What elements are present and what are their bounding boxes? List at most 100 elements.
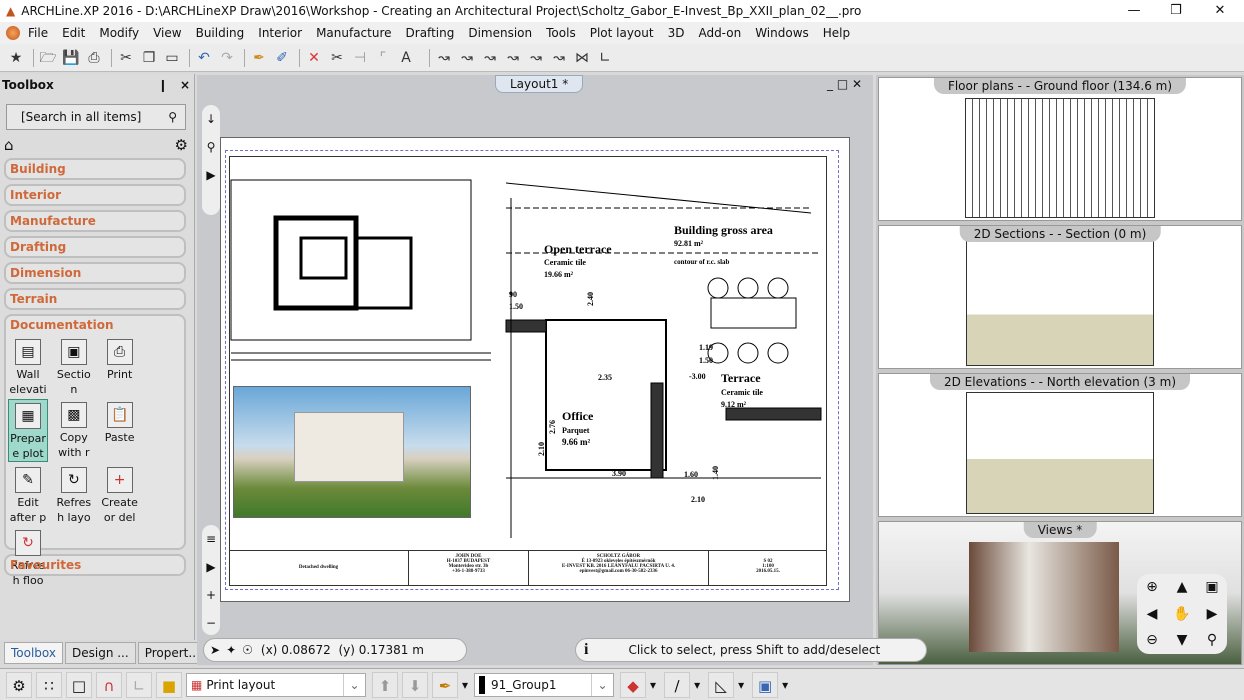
extend-icon[interactable]: ⊣ (350, 48, 370, 68)
right-arrow-icon[interactable]: ▶ (1197, 601, 1227, 628)
menu-3d[interactable]: 3D (668, 26, 685, 40)
menu-edit[interactable]: Edit (62, 26, 85, 40)
fit-icon[interactable]: ▣ (1197, 574, 1227, 601)
menu-plot-layout[interactable]: Plot layout (590, 26, 654, 40)
app-logo-icon[interactable] (6, 26, 20, 40)
pin-icon[interactable]: ❙ (158, 78, 168, 92)
menu-manufacture[interactable]: Manufacture (316, 26, 391, 40)
menu-building[interactable]: Building (196, 26, 245, 40)
frame-icon[interactable]: □ (66, 671, 92, 698)
dropdown-arrow-icon[interactable]: ▾ (650, 678, 656, 692)
category-interior[interactable]: Interior (4, 184, 186, 206)
delete-icon[interactable]: ✕ (304, 48, 324, 68)
maximize-button[interactable]: ❒ (1156, 0, 1196, 22)
tool-section[interactable]: ▣ Sectio n (54, 336, 94, 397)
menu-file[interactable]: File (28, 26, 48, 40)
origin-icon[interactable]: ☉ (242, 643, 253, 657)
toolbox-close-button[interactable]: × (180, 78, 190, 92)
dropdown-arrow-icon[interactable]: ▾ (462, 678, 468, 692)
select-layer-icon[interactable]: ■ (156, 671, 182, 698)
text-icon[interactable]: A (396, 48, 416, 68)
dropdown-arrow-icon[interactable]: ▾ (694, 678, 700, 692)
close-button[interactable]: ✕ (1200, 0, 1240, 22)
trim-icon[interactable]: ✂ (327, 48, 347, 68)
layout-restore[interactable]: □ (837, 77, 848, 91)
menu-drafting[interactable]: Drafting (406, 26, 455, 40)
snap-icon-6[interactable]: ↝ (549, 48, 569, 68)
expand-right-icon[interactable]: ▶ (202, 161, 220, 189)
ortho-icon[interactable]: ∟ (126, 671, 152, 698)
view-sections[interactable]: 2D Sections - - Section (0 m) (878, 225, 1242, 369)
new-icon[interactable]: ★ (6, 48, 26, 68)
category-manufacture[interactable]: Manufacture (4, 210, 186, 232)
brush-icon[interactable]: ✒ (249, 48, 269, 68)
play-icon[interactable]: ▶ (202, 553, 220, 581)
search-input[interactable]: [Search in all items] ⚲ (6, 104, 186, 130)
chevron-down-icon[interactable]: ⌄ (591, 673, 613, 696)
dropdown-arrow-icon[interactable]: ▾ (738, 678, 744, 692)
open-icon[interactable]: 🗁 (38, 48, 58, 68)
scale-icon[interactable]: ◺ (708, 671, 735, 698)
print-icon[interactable]: ⎙ (84, 48, 104, 68)
snap-icon-8[interactable]: ∟ (595, 48, 615, 68)
save-icon[interactable]: 💾 (61, 48, 81, 68)
menu-help[interactable]: Help (823, 26, 850, 40)
plot-sheet[interactable]: Open terrace Ceramic tile 19.66 m² Build… (220, 137, 850, 602)
pan-down-icon[interactable]: ↓ (202, 105, 220, 133)
zoom-out-icon[interactable]: ⊖ (1137, 627, 1167, 654)
layout-close[interactable]: ✕ (852, 77, 862, 91)
tool-refresh-layout[interactable]: ↻ Refres h layo (54, 464, 94, 525)
layout-minimize[interactable]: _ (827, 77, 833, 91)
list-icon[interactable]: ≡ (202, 525, 220, 553)
snap-icon-7[interactable]: ⋈ (572, 48, 592, 68)
view-3d[interactable]: Views * ⊕ ▲ ▣ ◀ ✋ ▶ ⊖ ▼ ⚲ (878, 521, 1242, 665)
tool-copy[interactable]: ▩ Copy with r (54, 399, 94, 460)
pointer-icon[interactable]: ➤ (210, 643, 220, 657)
tab-toolbox[interactable]: Toolbox (4, 642, 63, 664)
tool-prepare-plot[interactable]: ▦ Prepar e plot (8, 399, 48, 462)
material-icon[interactable]: ◆ (620, 671, 647, 698)
paste-icon[interactable]: ▭ (162, 48, 182, 68)
corner-icon[interactable]: ⌜ (373, 48, 393, 68)
category-dimension[interactable]: Dimension (4, 262, 186, 284)
zoom-out-icon[interactable]: − (202, 609, 220, 637)
up-arrow-icon[interactable]: ▲ (1167, 574, 1197, 601)
menu-view[interactable]: View (153, 26, 181, 40)
tool-print[interactable]: ⎙ Print (100, 336, 140, 382)
snap-icon-1[interactable]: ↝ (434, 48, 454, 68)
snap-icon[interactable]: ✦ (226, 643, 236, 657)
category-favourites[interactable]: Favourites (4, 554, 186, 576)
menu-modify[interactable]: Modify (99, 26, 139, 40)
redo-icon[interactable]: ↷ (217, 48, 237, 68)
snap-icon-5[interactable]: ↝ (526, 48, 546, 68)
snap-icon-3[interactable]: ↝ (480, 48, 500, 68)
tab-design[interactable]: Design ... (65, 642, 136, 664)
chevron-down-icon[interactable]: ⌄ (343, 673, 365, 696)
menu-add-on[interactable]: Add-on (698, 26, 741, 40)
zoom-window-icon[interactable]: ⚲ (1197, 627, 1227, 654)
category-building[interactable]: Building (4, 158, 186, 180)
3d-paint-icon[interactable]: ✒ (432, 671, 458, 698)
menu-interior[interactable]: Interior (258, 26, 302, 40)
gear-icon[interactable]: ⚙ (175, 136, 188, 154)
copy-icon[interactable]: ❐ (139, 48, 159, 68)
category-drafting[interactable]: Drafting (4, 236, 186, 258)
documentation-header[interactable]: Documentation (6, 316, 184, 334)
category-terrain[interactable]: Terrain (4, 288, 186, 310)
undo-icon[interactable]: ↶ (194, 48, 214, 68)
layout-combo[interactable]: ▦ Print layout ⌄ (186, 672, 366, 697)
menu-tools[interactable]: Tools (546, 26, 576, 40)
move-down-icon[interactable]: ⬇ (402, 671, 428, 698)
hand-icon[interactable]: ✋ (1167, 601, 1197, 628)
snap-icon-2[interactable]: ↝ (457, 48, 477, 68)
tool-wall-elevation[interactable]: ▤ Wall elevati (8, 336, 48, 397)
view-elevations[interactable]: 2D Elevations - - North elevation (3 m) (878, 373, 1242, 517)
grid-icon[interactable]: ∷ (36, 671, 62, 698)
zoom-icon[interactable]: ⚲ (202, 133, 220, 161)
menu-windows[interactable]: Windows (755, 26, 809, 40)
left-arrow-icon[interactable]: ◀ (1137, 601, 1167, 628)
tool-edit[interactable]: ✎ Edit after p (8, 464, 48, 525)
snap-icon-4[interactable]: ↝ (503, 48, 523, 68)
tool-create-delete[interactable]: + Create or del (100, 464, 140, 525)
view-floor-plans[interactable]: Floor plans - - Ground floor (134.6 m) (878, 77, 1242, 221)
